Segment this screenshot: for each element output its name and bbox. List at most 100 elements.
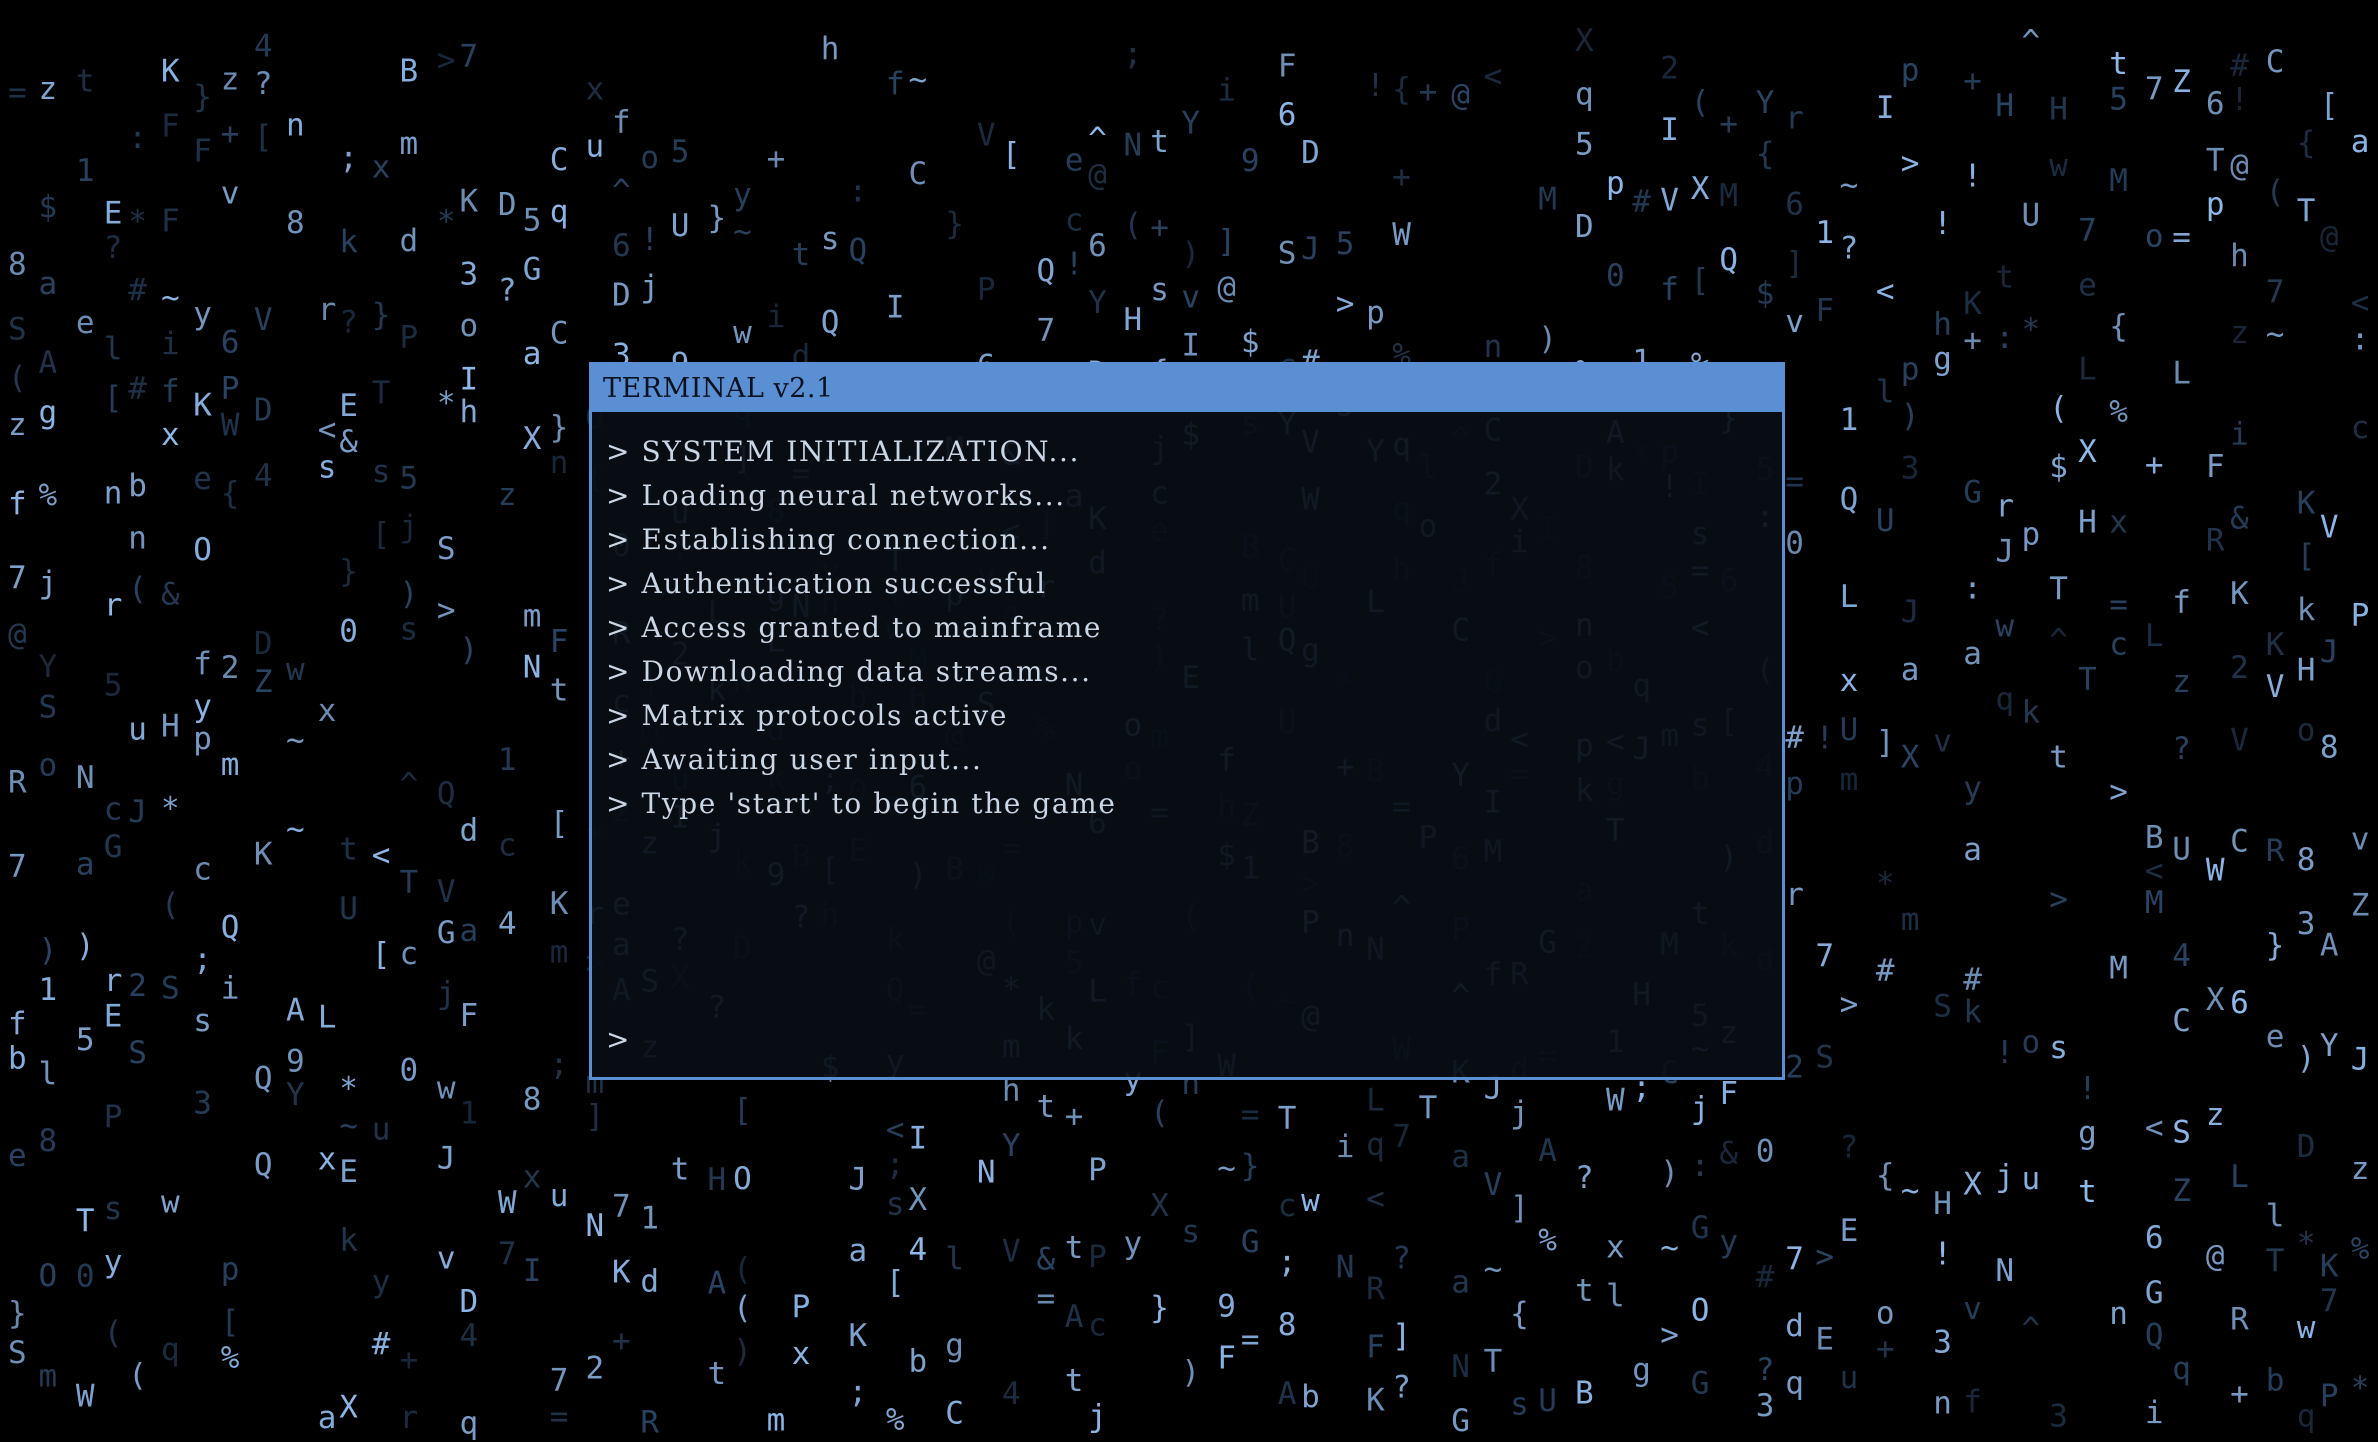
- rain-glyph: <: [1366, 1181, 1385, 1217]
- rain-glyph: c: [400, 936, 419, 972]
- rain-glyph: k: [1963, 994, 1982, 1030]
- rain-glyph: {: [1876, 1157, 1895, 1193]
- rain-glyph: S: [161, 971, 180, 1007]
- rain-glyph: V: [2266, 669, 2285, 705]
- rain-glyph: 1: [1815, 215, 1834, 251]
- rain-glyph: o: [39, 748, 58, 784]
- terminal-line: > Establishing connection...: [606, 523, 1051, 556]
- rain-glyph: S: [437, 531, 456, 567]
- rain-glyph: +: [1150, 209, 1169, 245]
- rain-glyph: w: [2297, 1310, 2316, 1346]
- rain-glyph: d: [640, 1264, 659, 1300]
- rain-glyph: i: [767, 299, 786, 335]
- rain-glyph: t: [2109, 46, 2128, 82]
- rain-glyph: @: [2320, 219, 2339, 255]
- rain-glyph: S: [1278, 236, 1297, 272]
- rain-glyph: w: [161, 1185, 180, 1221]
- rain-glyph: K: [193, 388, 212, 424]
- rain-glyph: w: [1995, 609, 2014, 645]
- rain-glyph: }: [1150, 1290, 1169, 1326]
- rain-glyph: t: [1150, 124, 1169, 160]
- terminal-line: > Awaiting user input...: [606, 743, 983, 776]
- rain-glyph: 6: [1278, 97, 1297, 133]
- rain-glyph: 7: [1392, 1119, 1411, 1155]
- rain-glyph: Y: [2320, 1028, 2339, 1064]
- rain-glyph: r: [400, 1400, 419, 1436]
- rain-glyph: j: [640, 269, 659, 305]
- rain-glyph: t: [1065, 1363, 1084, 1399]
- rain-glyph: r: [1995, 489, 2014, 525]
- rain-glyph: P: [792, 1289, 811, 1325]
- rain-glyph: I: [523, 1253, 542, 1289]
- rain-glyph: =: [2172, 219, 2191, 255]
- rain-glyph: 1: [640, 1200, 659, 1236]
- rain-glyph: ): [1660, 1155, 1679, 1191]
- rain-glyph: 7: [1785, 1241, 1804, 1277]
- rain-glyph: T: [2049, 571, 2068, 607]
- rain-glyph: 9: [286, 1044, 305, 1080]
- rain-glyph: ~: [161, 280, 180, 316]
- rain-glyph: t: [76, 64, 95, 100]
- rain-glyph: k: [2297, 592, 2316, 628]
- rain-glyph: %: [2109, 394, 2128, 430]
- rain-glyph: C: [2172, 1003, 2191, 1039]
- rain-glyph: X: [1901, 739, 1920, 775]
- rain-glyph: =: [1241, 1097, 1260, 1133]
- rain-glyph: X: [2078, 434, 2097, 470]
- rain-glyph: }: [372, 297, 391, 333]
- rain-glyph: Q: [849, 233, 868, 269]
- rain-glyph: U: [671, 208, 690, 244]
- rain-glyph: w: [733, 315, 752, 351]
- rain-glyph: 5: [400, 460, 419, 496]
- rain-glyph: p: [1785, 766, 1804, 802]
- rain-glyph: G: [1691, 1366, 1710, 1402]
- command-input[interactable]: [639, 1021, 1768, 1057]
- rain-glyph: z: [39, 71, 58, 107]
- rain-glyph: *: [128, 204, 147, 240]
- rain-glyph: U: [1876, 503, 1895, 539]
- rain-glyph: T: [1278, 1101, 1297, 1137]
- rain-glyph: 2: [1660, 50, 1679, 86]
- rain-glyph: 2: [221, 650, 240, 686]
- rain-glyph: ]: [1876, 725, 1895, 761]
- rain-glyph: +: [1963, 323, 1982, 359]
- terminal-line: > Access granted to mainframe: [606, 611, 1103, 644]
- rain-glyph: a: [2351, 124, 2370, 160]
- rain-glyph: f: [8, 1006, 27, 1042]
- rain-glyph: $: [1756, 276, 1775, 312]
- rain-glyph: X: [1575, 23, 1594, 59]
- rain-glyph: l: [39, 1056, 58, 1092]
- rain-glyph: ~: [1901, 1173, 1920, 1209]
- rain-glyph: w: [1301, 1183, 1320, 1219]
- rain-glyph: u: [586, 129, 605, 165]
- rain-glyph: F: [460, 998, 479, 1034]
- rain-glyph: P: [1088, 1239, 1107, 1275]
- rain-glyph: Z: [254, 664, 273, 700]
- rain-glyph: 7: [2266, 274, 2285, 310]
- rain-glyph: Q: [2145, 1317, 2164, 1353]
- rain-glyph: T: [372, 375, 391, 411]
- rain-glyph: }: [550, 410, 569, 446]
- rain-glyph: g: [39, 395, 58, 431]
- rain-glyph: j: [1995, 1158, 2014, 1194]
- rain-glyph: !: [1065, 247, 1084, 283]
- rain-glyph: *: [2022, 312, 2041, 348]
- rain-glyph: u: [128, 711, 147, 747]
- rain-glyph: #: [2230, 48, 2249, 84]
- rain-glyph: Y: [1181, 106, 1200, 142]
- rain-glyph: R: [2206, 522, 2225, 558]
- rain-glyph: M: [1538, 182, 1557, 218]
- rain-glyph: e: [8, 1138, 27, 1174]
- rain-glyph: y: [733, 177, 752, 213]
- rain-glyph: @: [2206, 1238, 2225, 1274]
- rain-glyph: ?: [1575, 1160, 1594, 1196]
- rain-glyph: K: [2230, 576, 2249, 612]
- rain-glyph: F: [1815, 293, 1834, 329]
- rain-glyph: {: [1510, 1296, 1529, 1332]
- rain-glyph: 8: [286, 205, 305, 241]
- rain-glyph: ]: [1785, 245, 1804, 281]
- rain-glyph: H: [161, 709, 180, 745]
- rain-glyph: C: [2230, 823, 2249, 859]
- rain-glyph: N: [977, 1154, 996, 1190]
- rain-glyph: O: [193, 532, 212, 568]
